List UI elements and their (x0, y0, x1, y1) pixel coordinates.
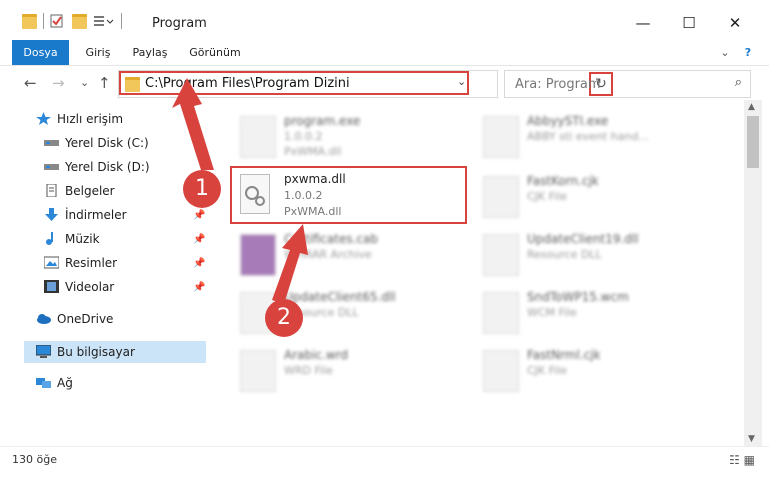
annotation-arrows (172, 78, 308, 304)
view-toggle-icon[interactable]: ☷ ▦ (729, 453, 755, 467)
arrow-to-file (272, 224, 308, 304)
status-bar: 130 öğe ☷ ▦ (0, 446, 769, 475)
step-marker-2: 2 (265, 299, 303, 337)
step-marker-1: 1 (183, 170, 221, 208)
arrow-to-address-bar (172, 78, 214, 170)
item-count: 130 öğe (12, 453, 57, 466)
